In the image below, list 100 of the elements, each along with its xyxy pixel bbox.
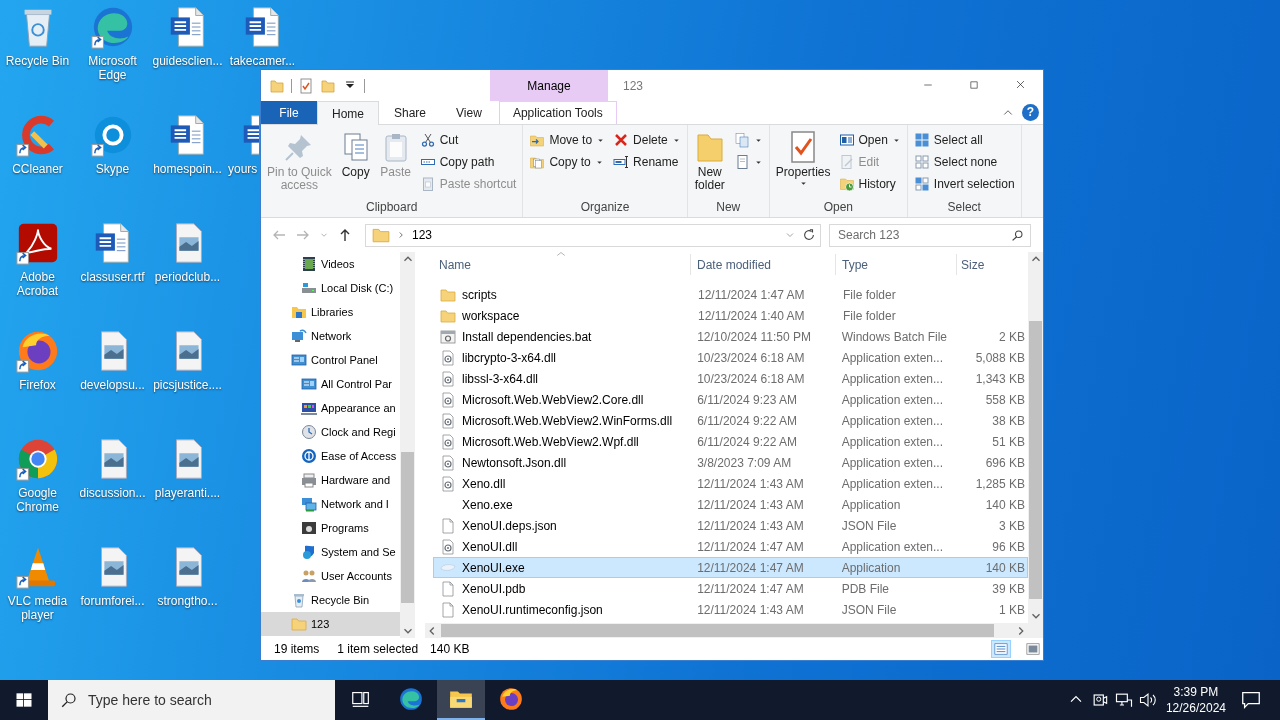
rename-button[interactable]: Rename — [610, 151, 684, 173]
printer-icon — [301, 472, 317, 488]
address-bar[interactable]: 123 — [365, 223, 821, 247]
select-all-button[interactable]: Select all — [910, 129, 1018, 151]
scissors-icon — [419, 132, 436, 148]
date-cell-text: 12/11/2024 1:43 AM — [696, 476, 805, 491]
ribbon-tab[interactable]: View — [441, 101, 497, 124]
volume-icon[interactable] — [1137, 690, 1158, 710]
details-view-button[interactable] — [991, 640, 1011, 658]
column-header[interactable]: Date modified — [691, 254, 836, 275]
scrollbar-thumb[interactable] — [441, 624, 994, 637]
taskbar-search-field[interactable]: Type here to search — [48, 680, 335, 720]
column-header[interactable]: Name — [433, 254, 691, 275]
file-row[interactable]: libcrypto-3-x64.dll 10/23/2024 6:18 AM Application exten... 5,088 KB — [433, 347, 1028, 368]
clock-folder-icon — [838, 176, 855, 192]
nav-item[interactable]: All Control Par — [261, 372, 400, 396]
invert-selection-button[interactable]: Invert selection — [910, 173, 1018, 195]
clock-time[interactable]: 3:39 PM — [1173, 684, 1219, 700]
file-row[interactable]: Microsoft.Web.WebView2.Core.dll 6/11/2024 9:23 AM Application exten... 558 KB — [433, 389, 1028, 410]
film-icon — [301, 256, 317, 272]
window-title: 123 — [623, 78, 644, 93]
address-path[interactable]: 123 — [412, 228, 433, 242]
large-icons-view-button[interactable] — [1023, 640, 1043, 658]
file-icon — [440, 517, 456, 534]
file-row[interactable]: XenoUI.pdb 12/11/2024 1:47 AM PDB File 39 KB — [433, 578, 1028, 599]
nav-item[interactable]: Local Disk (C:) — [261, 276, 400, 300]
nav-item[interactable]: Network and I — [261, 492, 400, 516]
copy-to-button[interactable]: Copy to — [526, 151, 609, 173]
item-count: 19 items — [274, 642, 320, 656]
new-folder-button[interactable]: New folder — [690, 127, 729, 192]
notifications-icon[interactable] — [1240, 689, 1262, 711]
file-row[interactable]: XenoUI.deps.json 12/11/2024 1:43 AM JSON File 3 KB — [433, 515, 1028, 536]
date-cell-text: 3/8/2023 7:09 AM — [696, 455, 793, 470]
properties-button[interactable]: Properties — [772, 127, 834, 188]
nav-item[interactable]: Videos — [261, 252, 400, 276]
maximize-icon — [969, 79, 979, 90]
folder-icon — [291, 616, 307, 632]
column-header[interactable]: Size — [957, 254, 1028, 275]
size-cell-text: 38 KB — [991, 413, 1026, 428]
batch-file-icon — [440, 328, 456, 345]
taskbar-app-button[interactable] — [437, 680, 485, 720]
copy-button[interactable]: Copy — [336, 127, 375, 179]
file-name: XenoUI.exe — [462, 560, 525, 575]
disc-box-icon — [301, 520, 317, 536]
refresh-icon[interactable] — [802, 228, 816, 242]
nav-item[interactable]: Libraries — [261, 300, 400, 324]
size-cell-text: 5,088 KB — [974, 350, 1026, 365]
file-row[interactable]: scripts 12/11/2024 1:47 AM File folder — [433, 284, 1028, 305]
file-row[interactable]: Newtonsoft.Json.dll 3/8/2023 7:09 AM Application exten... 696 KB — [433, 452, 1028, 473]
nav-item[interactable]: User Accounts — [261, 564, 400, 588]
type-cell-text: Application — [840, 497, 902, 512]
scrollbar-thumb[interactable] — [401, 452, 414, 603]
network-icon — [301, 496, 317, 512]
ribbon-tab[interactable]: Application Tools — [498, 101, 617, 124]
nav-item[interactable]: Network — [261, 324, 400, 348]
cut-button[interactable]: Cut — [416, 129, 520, 151]
size-cell-text: 696 KB — [984, 455, 1026, 470]
date-cell-text: 6/11/2024 9:23 AM — [696, 392, 798, 407]
clock-date[interactable]: 12/26/2024 — [1165, 700, 1226, 716]
delete-button[interactable]: Delete — [610, 129, 684, 151]
nav-item[interactable]: 123 — [261, 612, 400, 636]
scrollbar-thumb[interactable] — [1029, 320, 1042, 599]
open-button[interactable]: Open — [835, 129, 904, 151]
nav-item[interactable]: Hardware and — [261, 468, 400, 492]
file-row[interactable]: Xeno.dll 12/11/2024 1:43 AM Application exten... 1,285 KB — [433, 473, 1028, 494]
help-button[interactable]: ? — [1022, 104, 1039, 121]
select-none-button[interactable]: Select none — [910, 151, 1018, 173]
file-row[interactable]: Install dependencies.bat 12/10/2024 11:50 PM Windows Batch File 2 KB — [433, 326, 1028, 347]
file-row[interactable]: Microsoft.Web.WebView2.WinForms.dll 6/11/2024 9:22 AM Application exten... 38 KB — [433, 410, 1028, 431]
ribbon-tab[interactable]: Home — [317, 101, 379, 125]
nav-item[interactable]: Appearance an — [261, 396, 400, 420]
file-row[interactable]: libssl-3-x64.dll 10/23/2024 6:18 AM Application exten... 1,343 KB — [433, 368, 1028, 389]
file-row[interactable]: Microsoft.Web.WebView2.Wpf.dll 6/11/2024 9:22 AM Application exten... 51 KB — [433, 431, 1028, 452]
nav-item[interactable]: Recycle Bin — [261, 588, 400, 612]
type-cell-text: File folder — [842, 308, 897, 323]
browser-icon — [398, 686, 424, 712]
ribbon-tab[interactable]: Share — [379, 101, 442, 124]
file-row[interactable]: Xeno.exe 12/11/2024 1:43 AM Application 140 KB — [433, 494, 1028, 515]
search-field[interactable]: Search 123 — [829, 223, 1031, 247]
nav-item[interactable]: Clock and Regi — [261, 420, 400, 444]
checkmark-page-icon[interactable] — [298, 77, 314, 94]
nav-item[interactable]: Ease of Access — [261, 444, 400, 468]
date-cell-text: 10/23/2024 6:18 AM — [696, 350, 806, 365]
move-to-button[interactable]: Move to — [526, 129, 609, 151]
fox-globe-icon — [498, 686, 524, 712]
nav-item[interactable]: System and Se — [261, 540, 400, 564]
type-cell-text: Application — [840, 560, 902, 575]
nav-item[interactable]: Control Panel — [261, 348, 400, 372]
file-row[interactable]: XenoUI.runtimeconfig.json 12/11/2024 1:43 AM JSON File 1 KB — [433, 599, 1028, 620]
ribbon-tab[interactable]: File — [261, 101, 317, 124]
gear-file-icon — [440, 475, 456, 492]
copy-path-button[interactable]: Copy path — [416, 151, 520, 173]
file-row[interactable]: XenoUI.dll 12/11/2024 1:47 AM Application exten... 96 KB — [433, 536, 1028, 557]
history-button[interactable]: History — [835, 173, 904, 195]
file-row[interactable]: workspace 12/11/2024 1:40 AM File folder — [433, 305, 1028, 326]
column-header[interactable]: Type — [836, 254, 957, 275]
type-cell-text: PDB File — [840, 581, 890, 596]
file-row[interactable]: XenoUI.exe 12/11/2024 1:47 AM Application 140 KB — [433, 557, 1028, 578]
nav-item[interactable]: Programs — [261, 516, 400, 540]
date-cell-text: 12/11/2024 1:43 AM — [696, 602, 805, 617]
